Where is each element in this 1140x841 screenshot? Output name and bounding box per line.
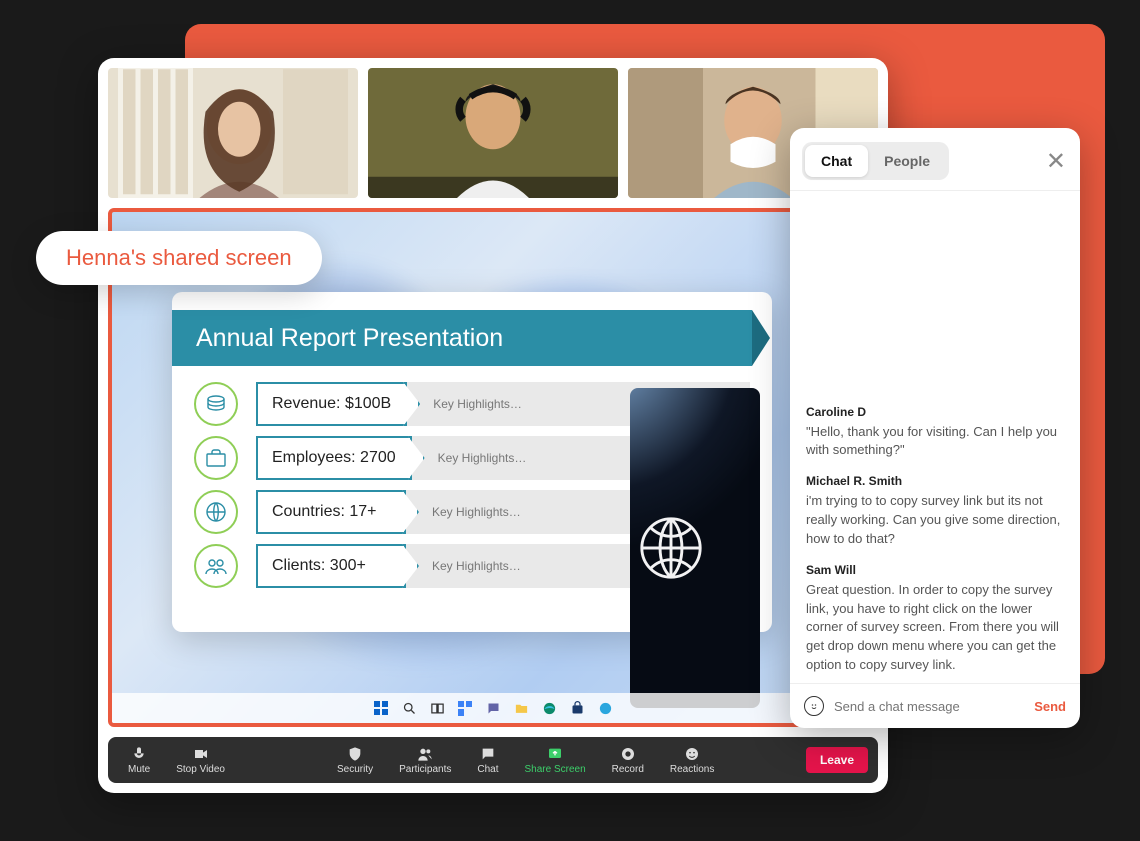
record-button[interactable]: Record [602, 746, 654, 775]
mute-button[interactable]: Mute [118, 746, 160, 775]
globe-graphic [630, 388, 760, 708]
participant-thumbnails [108, 68, 878, 208]
share-screen-button[interactable]: Share Screen [514, 746, 595, 775]
send-button[interactable]: Send [1034, 699, 1066, 714]
explorer-icon[interactable] [513, 700, 529, 716]
reactions-button[interactable]: Reactions [660, 746, 724, 775]
message-text: i'm trying to to copy survey link but it… [806, 492, 1064, 549]
chat-message: Caroline D "Hello, thank you for visitin… [806, 405, 1064, 461]
shared-screen-area: Annual Report Presentation Revenue: $100… [108, 208, 878, 727]
chat-header: Chat People ✕ [790, 128, 1080, 191]
stat-label: Employees: 2700 [256, 436, 412, 480]
chat-message: Michael R. Smith i'm trying to to copy s… [806, 474, 1064, 549]
participants-button[interactable]: Participants [389, 746, 461, 775]
chat-tabs: Chat People [802, 142, 949, 180]
presentation-slide: Annual Report Presentation Revenue: $100… [172, 292, 772, 632]
briefcase-icon [194, 436, 238, 480]
message-sender: Sam Will [806, 563, 1064, 577]
message-sender: Michael R. Smith [806, 474, 1064, 488]
participant-thumbnail[interactable] [368, 68, 618, 198]
stop-video-button[interactable]: Stop Video [166, 746, 235, 775]
message-text: Great question. In order to copy the sur… [806, 581, 1064, 675]
message-sender: Caroline D [806, 405, 1064, 419]
message-text: "Hello, thank you for visiting. Can I he… [806, 423, 1064, 461]
chat-button[interactable]: Chat [467, 746, 508, 775]
app-icon[interactable] [597, 700, 613, 716]
coins-icon [194, 382, 238, 426]
security-button[interactable]: Security [327, 746, 383, 775]
taskview-icon[interactable] [429, 700, 445, 716]
stat-label: Countries: 17+ [256, 490, 406, 534]
globe-icon [194, 490, 238, 534]
chat-panel: Chat People ✕ Caroline D "Hello, thank y… [790, 128, 1080, 728]
people-icon [194, 544, 238, 588]
stat-label: Revenue: $100B [256, 382, 407, 426]
emoji-icon[interactable] [804, 696, 824, 716]
store-icon[interactable] [569, 700, 585, 716]
close-icon[interactable]: ✕ [1044, 146, 1068, 177]
edge-icon[interactable] [541, 700, 557, 716]
video-conference-window: Annual Report Presentation Revenue: $100… [98, 58, 888, 793]
chat-messages[interactable]: Caroline D "Hello, thank you for visitin… [790, 191, 1080, 683]
meeting-controls: Mute Stop Video Security Participants Ch… [108, 737, 878, 783]
tab-people[interactable]: People [868, 145, 946, 177]
slide-title: Annual Report Presentation [172, 310, 752, 366]
tab-chat[interactable]: Chat [805, 145, 868, 177]
chat-input[interactable] [834, 699, 1024, 714]
chat-compose: Send [790, 683, 1080, 728]
os-taskbar[interactable] [112, 693, 874, 723]
shared-screen-label: Henna's shared screen [36, 231, 322, 285]
widgets-icon[interactable] [457, 700, 473, 716]
chat-message: Sam Will Great question. In order to cop… [806, 563, 1064, 675]
participant-thumbnail[interactable] [108, 68, 358, 198]
leave-button[interactable]: Leave [806, 747, 868, 773]
search-icon[interactable] [401, 700, 417, 716]
start-icon[interactable] [373, 700, 389, 716]
chat-app-icon[interactable] [485, 700, 501, 716]
stat-label: Clients: 300+ [256, 544, 406, 588]
